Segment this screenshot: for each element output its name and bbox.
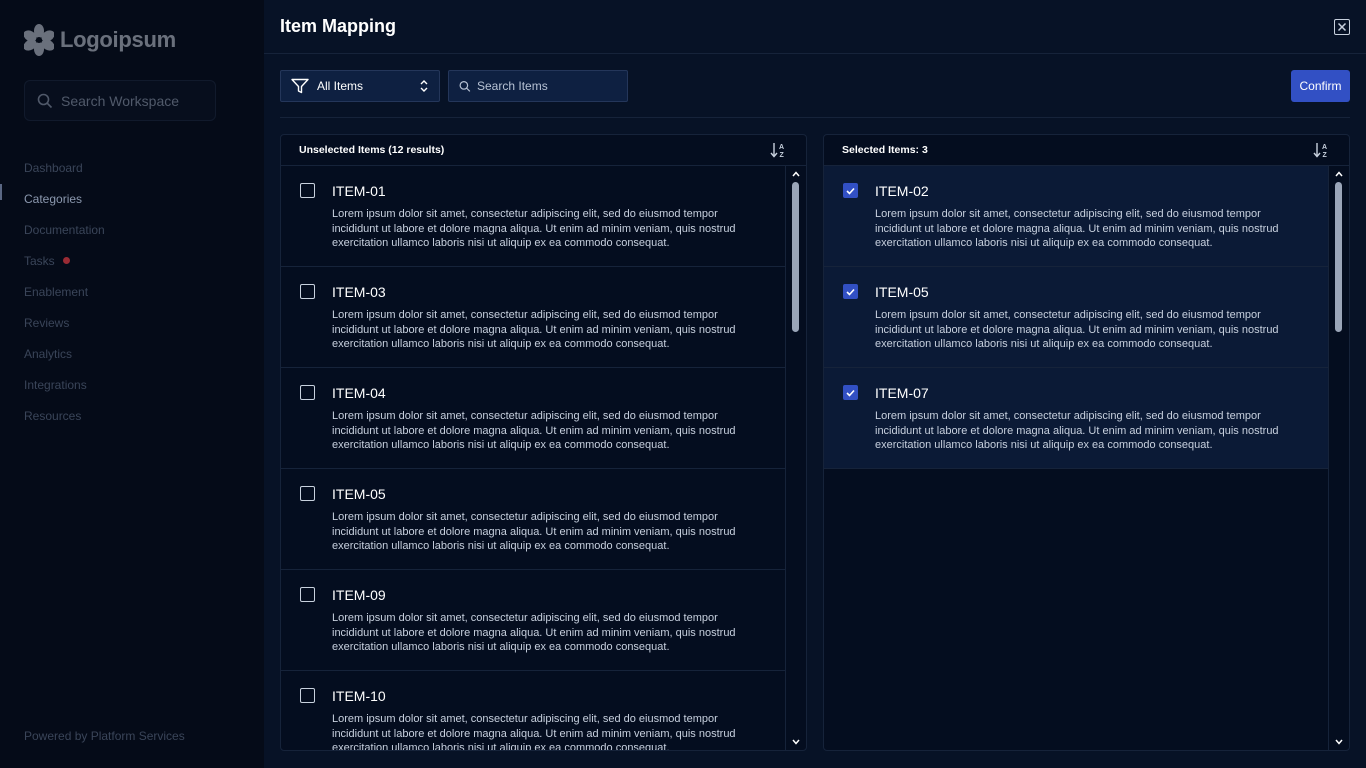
sidebar-item-documentation[interactable]: Documentation (24, 214, 105, 245)
scroll-thumb[interactable] (1335, 182, 1342, 332)
item-title: ITEM-10 (332, 688, 386, 704)
search-items-field[interactable] (448, 70, 628, 102)
item-title: ITEM-09 (332, 587, 386, 603)
item-title: ITEM-07 (875, 385, 929, 401)
scroll-down-icon[interactable] (791, 737, 801, 747)
search-icon (459, 80, 471, 92)
scroll-down-icon[interactable] (1334, 737, 1344, 747)
unselected-panel-title: Unselected Items (12 results) (299, 144, 445, 156)
item-checkbox[interactable] (843, 183, 858, 198)
confirm-button[interactable]: Confirm (1291, 70, 1350, 102)
filter-icon (291, 78, 309, 94)
list-item[interactable]: ITEM-05 Lorem ipsum dolor sit amet, cons… (824, 267, 1329, 368)
logo-text: Logoipsum (60, 27, 176, 52)
item-title: ITEM-04 (332, 385, 386, 401)
item-description: Lorem ipsum dolor sit amet, consectetur … (332, 208, 736, 249)
scroll-up-icon[interactable] (1334, 169, 1344, 179)
sidebar-item-resources[interactable]: Resources (24, 400, 105, 431)
notification-dot (62, 257, 70, 264)
sidebar-item-categories[interactable]: Categories (24, 183, 105, 214)
selected-panel-header: Selected Items: 3 A Z (824, 135, 1349, 166)
active-nav-indicator (0, 184, 2, 200)
list-item[interactable]: ITEM-03 Lorem ipsum dolor sit amet, cons… (281, 267, 786, 368)
sidebar-item-dashboard[interactable]: Dashboard (24, 152, 105, 183)
item-checkbox[interactable] (300, 385, 315, 400)
list-item[interactable]: ITEM-07 Lorem ipsum dolor sit amet, cons… (824, 368, 1329, 469)
item-mapping-modal: Item Mapping All Items Co (264, 0, 1366, 768)
filter-select[interactable]: All Items (280, 70, 440, 102)
scroll-thumb[interactable] (792, 182, 799, 332)
item-description: Lorem ipsum dolor sit amet, consectetur … (332, 713, 736, 750)
item-title: ITEM-05 (875, 284, 929, 300)
sidebar: Logoipsum Search Workspace Dashboard Cat… (0, 0, 264, 768)
svg-text:A: A (1322, 144, 1327, 151)
flower-logo-icon (24, 24, 54, 56)
sidebar-footer: Powered by Platform Services (24, 729, 185, 743)
unselected-items-panel: Unselected Items (12 results) A Z ITEM-0… (280, 134, 807, 751)
workspace-search-placeholder: Search Workspace (61, 92, 180, 109)
item-description: Lorem ipsum dolor sit amet, consectetur … (332, 309, 736, 350)
filter-select-value: All Items (317, 79, 364, 93)
modal-header: Item Mapping (264, 0, 1366, 54)
search-items-input[interactable] (477, 79, 617, 93)
modal-title: Item Mapping (280, 16, 396, 36)
selected-items-panel: Selected Items: 3 A Z ITEM-02 Lorem ipsu… (823, 134, 1350, 751)
item-description: Lorem ipsum dolor sit amet, consectetur … (875, 309, 1279, 350)
logo: Logoipsum (24, 24, 176, 56)
item-title: ITEM-03 (332, 284, 386, 300)
check-icon (846, 187, 855, 195)
list-item[interactable]: ITEM-05 Lorem ipsum dolor sit amet, cons… (281, 469, 786, 570)
list-item[interactable]: ITEM-01 Lorem ipsum dolor sit amet, cons… (281, 166, 786, 267)
item-checkbox[interactable] (300, 486, 315, 501)
item-checkbox[interactable] (300, 688, 315, 703)
chevron-up-down-icon (420, 80, 428, 92)
sidebar-item-tasks[interactable]: Tasks (24, 245, 105, 276)
search-icon (37, 93, 53, 108)
check-icon (846, 288, 855, 296)
sidebar-nav: Dashboard Categories Documentation Tasks… (24, 152, 105, 431)
workspace-search[interactable]: Search Workspace (24, 80, 216, 121)
check-icon (846, 389, 855, 397)
list-item[interactable]: ITEM-04 Lorem ipsum dolor sit amet, cons… (281, 368, 786, 469)
close-icon (1337, 22, 1347, 32)
scroll-up-icon[interactable] (791, 169, 801, 179)
close-button[interactable] (1334, 19, 1350, 35)
item-description: Lorem ipsum dolor sit amet, consectetur … (875, 208, 1279, 249)
svg-text:A: A (779, 144, 784, 151)
sidebar-item-analytics[interactable]: Analytics (24, 338, 105, 369)
item-checkbox[interactable] (300, 587, 315, 602)
item-description: Lorem ipsum dolor sit amet, consectetur … (875, 410, 1279, 451)
sidebar-item-integrations[interactable]: Integrations (24, 369, 105, 400)
sort-button[interactable]: A Z (1313, 141, 1331, 159)
list-item[interactable]: ITEM-02 Lorem ipsum dolor sit amet, cons… (824, 166, 1329, 267)
sort-az-icon: A Z (770, 143, 785, 159)
svg-text:Z: Z (1323, 152, 1328, 159)
item-description: Lorem ipsum dolor sit amet, consectetur … (332, 612, 736, 653)
item-checkbox[interactable] (843, 385, 858, 400)
sidebar-item-reviews[interactable]: Reviews (24, 307, 105, 338)
item-title: ITEM-05 (332, 486, 386, 502)
item-description: Lorem ipsum dolor sit amet, consectetur … (332, 410, 736, 451)
sidebar-item-enablement[interactable]: Enablement (24, 276, 105, 307)
item-title: ITEM-01 (332, 183, 386, 199)
item-title: ITEM-02 (875, 183, 929, 199)
item-checkbox[interactable] (300, 183, 315, 198)
sort-button[interactable]: A Z (770, 141, 788, 159)
item-checkbox[interactable] (300, 284, 315, 299)
scrollbar[interactable] (785, 166, 806, 750)
list-item[interactable]: ITEM-10 Lorem ipsum dolor sit amet, cons… (281, 671, 786, 750)
unselected-panel-header: Unselected Items (12 results) A Z (281, 135, 806, 166)
sort-az-icon: A Z (1313, 143, 1328, 159)
item-checkbox[interactable] (843, 284, 858, 299)
selected-items-list: ITEM-02 Lorem ipsum dolor sit amet, cons… (824, 166, 1329, 750)
selected-panel-title: Selected Items: 3 (842, 144, 928, 156)
sidebar-item-label: Tasks (24, 253, 55, 268)
list-item[interactable]: ITEM-09 Lorem ipsum dolor sit amet, cons… (281, 570, 786, 671)
unselected-items-list: ITEM-01 Lorem ipsum dolor sit amet, cons… (281, 166, 786, 750)
svg-text:Z: Z (780, 152, 785, 159)
item-description: Lorem ipsum dolor sit amet, consectetur … (332, 511, 736, 552)
modal-toolbar: All Items Confirm (280, 70, 1350, 118)
scrollbar[interactable] (1328, 166, 1349, 750)
